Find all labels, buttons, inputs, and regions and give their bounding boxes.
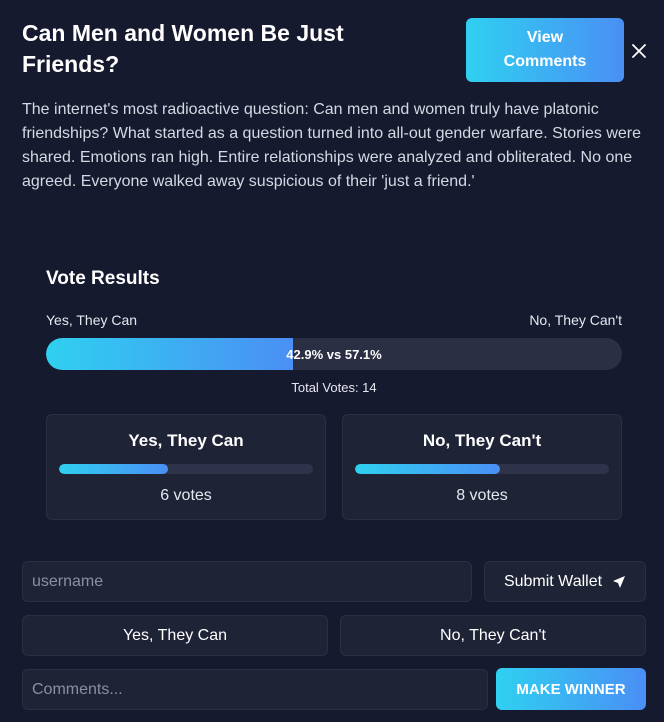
vote-results-title: Vote Results — [46, 268, 160, 289]
vote-no-label: No, They Can't — [440, 626, 546, 644]
close-button[interactable] — [628, 40, 650, 62]
option-progress-bar — [59, 464, 313, 474]
vote-split-text: 42.9% vs 57.1% — [286, 346, 382, 362]
option-b-label: No, They Can't — [529, 312, 622, 328]
option-progress-bar — [355, 464, 609, 474]
vote-split-bar: 42.9% vs 57.1% — [46, 338, 622, 370]
option-progress-fill — [59, 464, 168, 474]
view-comments-label: View Comments — [503, 29, 587, 70]
send-icon — [613, 575, 626, 588]
option-vote-count: 6 votes — [160, 487, 212, 504]
option-vote-count: 8 votes — [456, 487, 508, 504]
submit-wallet-label: Submit Wallet — [503, 572, 603, 590]
poll-description: The internet's most radioactive question… — [22, 101, 641, 190]
poll-modal: Can Men and Women Be Just Friends? View … — [0, 0, 664, 722]
make-winner-button[interactable]: MAKE WINNER — [496, 668, 646, 710]
view-comments-button[interactable]: View Comments — [466, 18, 624, 82]
submit-wallet-button[interactable]: Submit Wallet — [484, 561, 646, 602]
close-icon — [632, 44, 646, 58]
option-a-label: Yes, They Can — [46, 312, 138, 328]
vote-yes-label: Yes, They Can — [122, 626, 228, 644]
option-card-title: Yes, They Can — [128, 431, 244, 450]
option-progress-fill — [355, 464, 501, 474]
option-card-no: No, They Can't 8 votes — [342, 414, 622, 520]
option-card-yes: Yes, They Can 6 votes — [46, 414, 326, 520]
vote-no-button[interactable]: No, They Can't — [340, 615, 646, 656]
vote-yes-button[interactable]: Yes, They Can — [22, 615, 328, 656]
option-card-title: No, They Can't — [422, 431, 542, 450]
comments-input[interactable] — [22, 669, 488, 710]
username-input[interactable] — [22, 561, 472, 602]
make-winner-label: MAKE WINNER — [516, 680, 626, 698]
poll-title: Can Men and Women Be Just Friends? — [22, 20, 344, 77]
total-votes: Total Votes: 14 — [291, 380, 377, 395]
